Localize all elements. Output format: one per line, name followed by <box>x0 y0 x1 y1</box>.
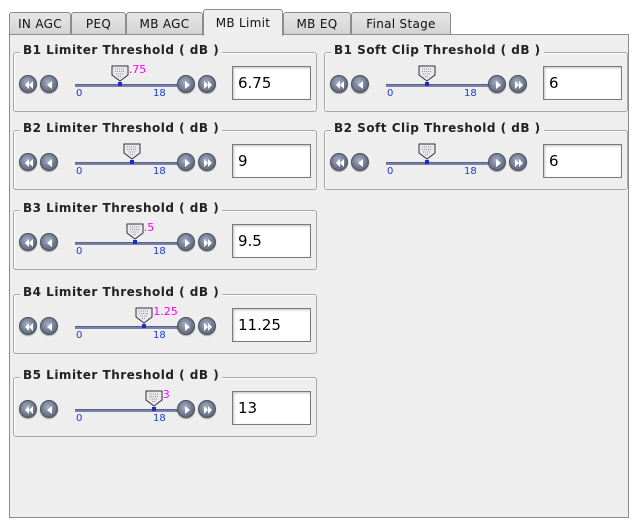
value-input[interactable] <box>232 66 311 100</box>
forward-button[interactable] <box>177 400 195 418</box>
fast-forward-button[interactable] <box>198 153 216 171</box>
back-button[interactable] <box>40 400 58 418</box>
range-min-label: 0 <box>76 413 83 424</box>
fast-back-button[interactable] <box>19 153 37 171</box>
slider-track[interactable] <box>386 84 494 87</box>
fast-back-button[interactable] <box>330 75 348 93</box>
slider-track[interactable] <box>75 409 183 412</box>
slider-value-label: 1.25 <box>153 305 178 318</box>
fast-back-button[interactable] <box>19 317 37 335</box>
slider-track[interactable] <box>75 326 183 329</box>
forward-button[interactable] <box>488 75 506 93</box>
tab-mb-agc[interactable]: MB AGC <box>126 12 203 35</box>
slider-track[interactable] <box>75 84 183 87</box>
fast-back-button[interactable] <box>19 233 37 251</box>
b1-soft-clip-group: B1 Soft Clip Threshold ( dB ) 0 18 <box>324 43 628 112</box>
range-min-label: 0 <box>76 88 83 99</box>
forward-button[interactable] <box>177 153 195 171</box>
back-button[interactable] <box>40 317 58 335</box>
slider-position-mark <box>424 82 429 86</box>
forward-button[interactable] <box>177 233 195 251</box>
fast-forward-button[interactable] <box>198 400 216 418</box>
b2-soft-clip-group: B2 Soft Clip Threshold ( dB ) 0 18 <box>324 121 628 190</box>
fast-back-button[interactable] <box>19 400 37 418</box>
mb-limit-window: IN AGC PEQ MB AGC MB Limit MB EQ Final S… <box>0 0 640 526</box>
tab-peq[interactable]: PEQ <box>71 12 126 35</box>
value-input[interactable] <box>232 391 311 425</box>
tab-mb-limit[interactable]: MB Limit <box>203 9 283 36</box>
b2-limiter-group: B2 Limiter Threshold ( dB ) 0 18 <box>13 121 317 190</box>
value-input[interactable] <box>543 144 622 178</box>
group-title: B1 Soft Clip Threshold ( dB ) <box>331 43 544 57</box>
back-button[interactable] <box>40 153 58 171</box>
back-button[interactable] <box>40 233 58 251</box>
slider-thumb-icon[interactable] <box>126 223 144 240</box>
range-min-label: 0 <box>387 166 394 177</box>
slider-track[interactable] <box>75 162 183 165</box>
b3-limiter-group: B3 Limiter Threshold ( dB ) .5 0 18 <box>13 201 317 270</box>
fast-back-button[interactable] <box>19 75 37 93</box>
b4-limiter-group: B4 Limiter Threshold ( dB ) 1.25 0 18 <box>13 285 317 354</box>
slider-track[interactable] <box>75 242 183 245</box>
slider-track[interactable] <box>386 162 494 165</box>
b5-limiter-group: B5 Limiter Threshold ( dB ) 3 0 18 <box>13 368 317 437</box>
forward-button[interactable] <box>177 317 195 335</box>
slider-thumb-icon[interactable] <box>418 65 436 82</box>
range-min-label: 0 <box>76 166 83 177</box>
slider-thumb-icon[interactable] <box>135 307 153 324</box>
value-input[interactable] <box>232 224 311 258</box>
group-title: B3 Limiter Threshold ( dB ) <box>20 201 223 215</box>
group-title: B2 Soft Clip Threshold ( dB ) <box>331 121 544 135</box>
range-max-label: 18 <box>153 166 166 177</box>
range-max-label: 18 <box>153 88 166 99</box>
fast-forward-button[interactable] <box>509 153 527 171</box>
fast-forward-button[interactable] <box>198 317 216 335</box>
value-input[interactable] <box>543 66 622 100</box>
slider-thumb-icon[interactable] <box>418 143 436 160</box>
tab-final-stage[interactable]: Final Stage <box>351 12 451 35</box>
group-title: B5 Limiter Threshold ( dB ) <box>20 368 223 382</box>
forward-button[interactable] <box>488 153 506 171</box>
back-button[interactable] <box>40 75 58 93</box>
slider-position-mark <box>142 324 147 328</box>
range-max-label: 18 <box>464 166 477 177</box>
slider-position-mark <box>130 160 134 164</box>
range-min-label: 0 <box>76 330 83 341</box>
range-max-label: 18 <box>153 413 166 424</box>
slider-thumb-icon[interactable] <box>145 390 163 407</box>
fast-forward-button[interactable] <box>198 233 216 251</box>
range-min-label: 0 <box>76 246 83 257</box>
slider-position-mark <box>117 82 122 86</box>
value-input[interactable] <box>232 144 311 178</box>
forward-button[interactable] <box>177 75 195 93</box>
tab-mb-eq[interactable]: MB EQ <box>283 12 351 35</box>
slider-value-label: .75 <box>128 63 147 76</box>
range-min-label: 0 <box>387 88 394 99</box>
tab-in-agc[interactable]: IN AGC <box>9 12 71 35</box>
range-max-label: 18 <box>464 88 477 99</box>
slider-value-label: .5 <box>143 221 155 234</box>
group-title: B2 Limiter Threshold ( dB ) <box>20 121 223 135</box>
fast-back-button[interactable] <box>330 153 348 171</box>
range-max-label: 18 <box>153 246 166 257</box>
fast-forward-button[interactable] <box>509 75 527 93</box>
tab-bar: IN AGC PEQ MB AGC MB Limit MB EQ Final S… <box>9 9 629 36</box>
slider-value-label: 3 <box>162 388 170 401</box>
fast-forward-button[interactable] <box>198 75 216 93</box>
range-max-label: 18 <box>153 330 166 341</box>
slider-thumb-icon[interactable] <box>111 65 129 82</box>
back-button[interactable] <box>351 75 369 93</box>
value-input[interactable] <box>232 308 311 342</box>
group-title: B4 Limiter Threshold ( dB ) <box>20 285 223 299</box>
b1-limiter-group: B1 Limiter Threshold ( dB ) .75 0 18 <box>13 43 317 112</box>
group-title: B1 Limiter Threshold ( dB ) <box>20 43 223 57</box>
slider-position-mark <box>424 160 429 164</box>
back-button[interactable] <box>351 153 369 171</box>
slider-position-mark <box>132 240 137 244</box>
slider-thumb-icon[interactable] <box>123 143 141 160</box>
slider-position-mark <box>151 407 156 411</box>
